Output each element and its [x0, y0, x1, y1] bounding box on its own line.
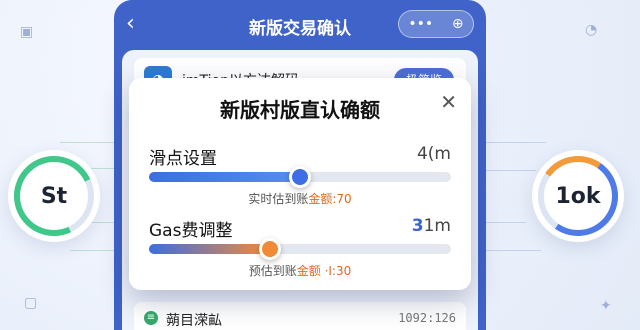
gas-note: 预估到账金额 ·I:30	[149, 262, 451, 279]
sparkle-icon: ✦	[600, 298, 612, 314]
deco-line	[486, 250, 541, 251]
gas-value: 31m	[412, 216, 451, 236]
target-icon[interactable]: ⊕	[452, 16, 464, 32]
gas-value-highlight: 3	[411, 216, 424, 236]
close-icon[interactable]: ✕	[440, 90, 457, 114]
deco-line	[60, 142, 120, 143]
slippage-note-amount: 金额:70	[308, 192, 352, 206]
deco-line	[70, 250, 120, 251]
slippage-note: 实时估到账金额:70	[149, 190, 451, 207]
slippage-label: 滑点设置	[149, 149, 217, 169]
tag-icon: ▢	[24, 295, 38, 311]
more-icon[interactable]: •••	[408, 16, 433, 32]
gas-label: Gas费调整	[149, 221, 233, 241]
chart-icon: ◔	[585, 22, 598, 38]
gas-slider-fill	[149, 244, 270, 254]
gas-slider[interactable]	[149, 238, 451, 260]
slippage-note-prefix: 实时估到账	[248, 192, 309, 206]
gas-note-prefix: 预估到账	[248, 264, 297, 278]
gas-slider-handle[interactable]	[258, 238, 281, 260]
left-ring-text: St	[40, 183, 68, 209]
list-item[interactable]: ≡ 蒴目溁畆 1092:126	[134, 302, 466, 330]
list-icon: ≡	[144, 311, 158, 325]
modal-title: 新版村版直认确额	[220, 98, 380, 122]
slippage-slider-fill	[149, 172, 300, 182]
list-item-label: 蒴目溁畆	[166, 313, 222, 329]
confirm-modal: 新版村版直认确额 ✕ 滑点设置 4(m 实时估到账金额:70 Gas费调整 31…	[129, 78, 471, 290]
slippage-value: 4(m	[416, 144, 451, 164]
deco-line	[486, 222, 526, 223]
list-item-value: 1092:126	[398, 311, 456, 325]
app-header: ‹ 新版交易确认 ••• ⊕	[114, 0, 486, 50]
gas-note-amount: 金额 ·I:30	[296, 264, 352, 278]
device-icon: ▣	[20, 24, 34, 40]
deco-line	[486, 170, 536, 171]
slippage-slider-handle[interactable]	[289, 166, 311, 188]
left-progress-ring: St	[8, 150, 100, 242]
slippage-slider[interactable]	[149, 166, 451, 188]
right-ring-text: 1ok	[555, 183, 601, 209]
gas-value-rest: 1m	[423, 216, 451, 236]
mini-program-capsule: ••• ⊕	[398, 10, 474, 38]
deco-line	[486, 142, 546, 143]
right-progress-ring: 1ok	[532, 150, 624, 242]
